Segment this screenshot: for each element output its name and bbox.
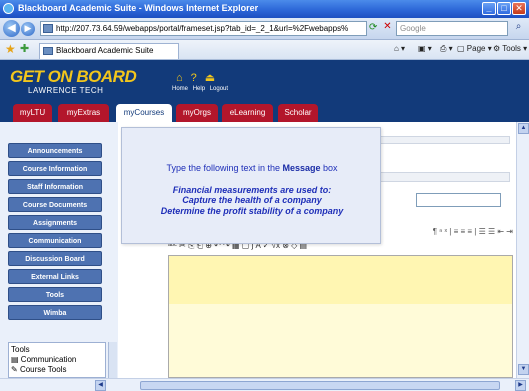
page-menu-label: Page	[466, 44, 486, 53]
print-icon[interactable]: ⎙ ▾	[440, 44, 453, 54]
communication-icon: ▤	[11, 355, 19, 364]
vertical-scrollbar[interactable]: ▲ ▼	[516, 122, 529, 378]
scroll-down-icon[interactable]: ▼	[518, 364, 529, 375]
window-title: Blackboard Academic Suite - Windows Inte…	[18, 3, 259, 13]
minimize-button[interactable]: _	[482, 2, 496, 15]
tab-myorgs[interactable]: myOrgs	[176, 104, 218, 122]
tab-scholar[interactable]: Scholar	[278, 104, 318, 122]
site-logo[interactable]: GET ON BOARD	[10, 67, 137, 87]
favorites-bar: ★ ✚ Blackboard Academic Suite ⌂ ▾ ▣ ▾ ⎙ …	[0, 40, 529, 60]
close-button[interactable]: ✕	[512, 2, 526, 15]
subject-field[interactable]	[416, 193, 501, 207]
horizontal-scroll-thumb[interactable]	[140, 381, 500, 390]
menu-external-links[interactable]: External Links	[8, 269, 102, 284]
course-tools-icon: ✎	[11, 365, 18, 374]
quote-line-2: Capture the health of a company	[182, 195, 322, 205]
maximize-button[interactable]: □	[497, 2, 511, 15]
address-input[interactable]: http://207.73.64.59/webapps/portal/frame…	[40, 21, 367, 36]
feeds-icon[interactable]: ▣ ▾	[418, 44, 432, 53]
site-logo-subtitle: LAWRENCE TECH	[28, 86, 104, 95]
instruction-suffix: box	[320, 163, 338, 173]
tab-mycourses[interactable]: myCourses	[116, 104, 172, 122]
stop-icon[interactable]: ✕	[381, 21, 394, 34]
menu-wimba[interactable]: Wimba	[8, 305, 102, 320]
header-strip	[360, 136, 510, 144]
menu-staff-information[interactable]: Staff Information	[8, 179, 102, 194]
address-toolbar: ◀ ▶ http://207.73.64.59/webapps/portal/f…	[0, 18, 529, 40]
logout-icon[interactable]: ⏏	[205, 72, 215, 84]
scroll-left-icon[interactable]: ◀	[95, 380, 106, 391]
browser-tab[interactable]: Blackboard Academic Suite	[39, 43, 179, 59]
header-links: Home Help Logout	[172, 86, 231, 92]
tools-course-tools-label: Course Tools	[19, 365, 67, 374]
browser-tab-label: Blackboard Academic Suite	[56, 46, 154, 55]
page-menu[interactable]: ▢ Page ▾	[457, 44, 492, 53]
favorites-star-icon[interactable]: ★	[5, 43, 16, 55]
instruction-text: Type the following text in the Message b…	[122, 163, 382, 173]
menu-course-documents[interactable]: Course Documents	[8, 197, 102, 212]
forward-button[interactable]: ▶	[21, 22, 35, 36]
refresh-icon[interactable]: ⟳	[369, 22, 377, 33]
tab-myextras[interactable]: myExtras	[58, 104, 109, 122]
tools-course-tools-item[interactable]: ✎ Course Tools	[11, 365, 103, 375]
tab-myltu[interactable]: myLTU	[13, 104, 52, 122]
menu-communication[interactable]: Communication	[8, 233, 102, 248]
menu-assignments[interactable]: Assignments	[8, 215, 102, 230]
header-icons: ⌂? ⏏	[176, 71, 223, 84]
instruction-emphasis: Message	[282, 163, 321, 173]
course-menu: Announcements Course Information Staff I…	[0, 122, 118, 378]
add-favorites-icon[interactable]: ✚	[20, 43, 29, 55]
horizontal-scrollbar[interactable]: ◀ ▶	[0, 378, 529, 391]
home-icon[interactable]: ⌂	[176, 72, 183, 84]
tools-communication-label: Communication	[20, 355, 77, 364]
back-button[interactable]: ◀	[3, 20, 20, 37]
tab-page-icon	[43, 47, 53, 55]
scroll-up-icon[interactable]: ▲	[518, 123, 529, 134]
tools-menu-label: Tools	[502, 44, 521, 53]
window-titlebar: Blackboard Academic Suite - Windows Inte…	[0, 0, 529, 18]
internet-explorer-icon	[3, 3, 14, 14]
quote-line-3: Determine the profit stability of a comp…	[160, 206, 344, 216]
tab-elearning[interactable]: eLearning	[222, 104, 273, 122]
instruction-callout: Type the following text in the Message b…	[121, 127, 381, 244]
message-editor[interactable]	[168, 255, 513, 378]
instruction-prefix: Type the following text in the	[166, 163, 283, 173]
tools-panel-title: Tools	[11, 345, 30, 354]
tools-panel: Tools ▤ Communication ✎ Course Tools	[8, 342, 106, 378]
menu-tools[interactable]: Tools	[8, 287, 102, 302]
address-text: http://207.73.64.59/webapps/portal/frame…	[56, 24, 349, 33]
menu-announcements[interactable]: Announcements	[8, 143, 102, 158]
menu-course-information[interactable]: Course Information	[8, 161, 102, 176]
search-input[interactable]: Google	[396, 21, 508, 36]
search-icon[interactable]: ⌕	[510, 21, 527, 36]
form-row-strip	[373, 172, 510, 182]
tools-menu[interactable]: ⚙ Tools ▾	[493, 44, 527, 53]
tools-panel-scrollbar[interactable]	[108, 342, 117, 378]
tools-communication-item[interactable]: ▤ Communication	[11, 355, 103, 365]
home-link[interactable]: Home	[172, 86, 188, 92]
help-link[interactable]: Help	[193, 86, 205, 92]
page-icon	[43, 24, 53, 33]
scroll-right-icon[interactable]: ▶	[515, 380, 526, 391]
site-header: GET ON BOARD LAWRENCE TECH ⌂? ⏏ Home Help…	[0, 60, 529, 122]
quote-line-1: Financial measurements are used to:	[172, 185, 332, 195]
menu-discussion-board[interactable]: Discussion Board	[8, 251, 102, 266]
home-toolbar-icon[interactable]: ⌂ ▾	[394, 44, 405, 53]
help-icon[interactable]: ?	[191, 72, 197, 84]
logout-link[interactable]: Logout	[210, 86, 228, 92]
